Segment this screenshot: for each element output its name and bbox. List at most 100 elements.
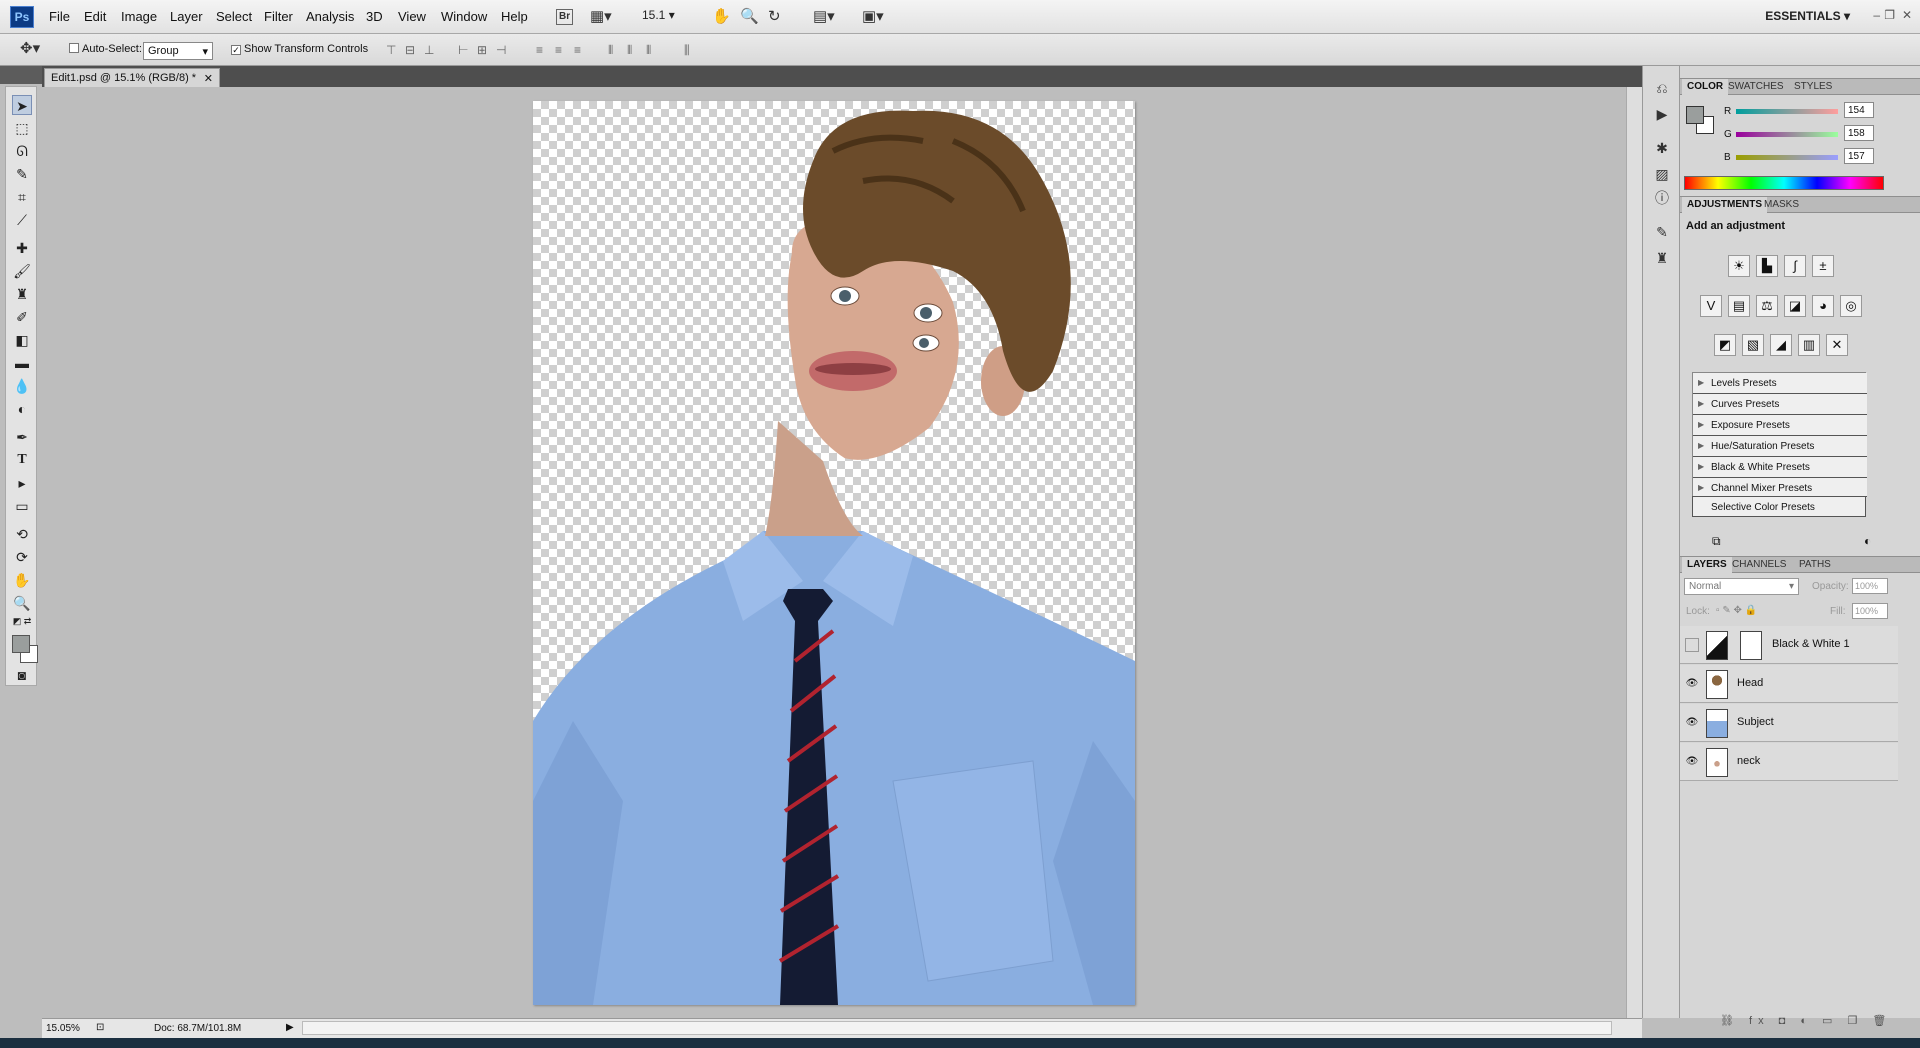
threshold-icon[interactable]: ◢ xyxy=(1770,334,1792,356)
layer-name[interactable]: Head xyxy=(1737,677,1763,689)
align-hcenter-icon[interactable]: ⊞ xyxy=(477,43,487,57)
visibility-toggle[interactable] xyxy=(1685,638,1699,652)
layers-footer-icons[interactable]: ⛓ fx ◘ ◐ ▭ ❐ 🗑 xyxy=(1720,1014,1892,1027)
lock-icons[interactable]: ▫ ✎ ✥ 🔒 xyxy=(1716,605,1757,616)
hand-tool-icon[interactable]: ✋ xyxy=(712,7,731,27)
quick-mask-icon[interactable]: ◙ xyxy=(12,665,32,685)
menu-analysis[interactable]: Analysis xyxy=(306,9,354,24)
mini-bridge-icon[interactable]: ▦▾ xyxy=(590,7,612,27)
eye-icon[interactable]: 👁 xyxy=(1685,677,1699,691)
rotate-view-icon[interactable]: ↻ xyxy=(768,7,781,27)
distribute-vcenter-icon[interactable]: ≡ xyxy=(555,43,562,57)
bridge-button[interactable]: Br xyxy=(556,9,574,25)
swap-colors-icon[interactable]: ◩ ⇄ xyxy=(12,615,32,627)
history-panel-icon[interactable]: ⎌ xyxy=(1652,78,1672,98)
channel-r-slider[interactable] xyxy=(1736,109,1838,114)
zoom-level-select[interactable]: 15.1 ▾ xyxy=(642,8,675,22)
menu-image[interactable]: Image xyxy=(121,9,157,24)
healing-brush-tool-icon[interactable]: ✚ xyxy=(12,238,32,258)
preset-curves[interactable]: Curves Presets xyxy=(1693,394,1867,415)
adjustment-panel-mode-icon[interactable]: ◐ xyxy=(1864,534,1871,548)
tab-channels[interactable]: CHANNELS xyxy=(1728,559,1790,570)
document-tab[interactable]: Edit1.psd @ 15.1% (RGB/8) * ✕ xyxy=(44,68,220,87)
auto-select-checkbox[interactable]: Auto-Select: xyxy=(69,43,142,55)
layer-name[interactable]: neck xyxy=(1737,755,1760,767)
menu-filter[interactable]: Filter xyxy=(264,9,293,24)
fill-input[interactable]: 100% xyxy=(1852,603,1888,619)
black-white-icon[interactable]: ◪ xyxy=(1784,295,1806,317)
status-menu-arrow-icon[interactable]: ▶ xyxy=(286,1022,294,1033)
layer-row[interactable]: 👁 neck xyxy=(1680,743,1898,781)
curves-icon[interactable]: ∫ xyxy=(1784,255,1806,277)
tab-swatches[interactable]: SWATCHES xyxy=(1724,81,1788,92)
menu-help[interactable]: Help xyxy=(501,9,528,24)
color-foreground-swatch[interactable] xyxy=(1686,106,1704,124)
blend-mode-select[interactable]: Normal ▾ xyxy=(1684,578,1799,595)
brush-tool-icon[interactable]: 🖌 xyxy=(12,261,32,281)
vertical-scrollbar[interactable] xyxy=(1626,87,1642,1018)
gradient-map-icon[interactable]: ▥ xyxy=(1798,334,1820,356)
menu-3d[interactable]: 3D xyxy=(366,9,383,24)
arrange-documents-icon[interactable]: ▤▾ xyxy=(813,7,835,27)
3d-orbit-tool-icon[interactable]: ⟳ xyxy=(12,547,32,567)
type-tool-icon[interactable]: T xyxy=(12,450,32,470)
tab-masks[interactable]: MASKS xyxy=(1760,199,1803,210)
align-vcenter-icon[interactable]: ⊟ xyxy=(405,43,415,57)
menu-layer[interactable]: Layer xyxy=(170,9,203,24)
close-tab-icon[interactable]: ✕ xyxy=(204,72,213,85)
workspace-switcher[interactable]: ESSENTIALS ▾ xyxy=(1765,9,1850,23)
document-canvas[interactable] xyxy=(533,101,1135,1005)
move-tool-preset-icon[interactable]: ✥▾ xyxy=(20,39,40,59)
align-right-icon[interactable]: ⊣ xyxy=(496,43,506,57)
preset-selective-color[interactable]: Selective Color Presets xyxy=(1692,496,1866,517)
foreground-color-swatch[interactable] xyxy=(12,635,30,653)
auto-align-icon[interactable]: ⫼ xyxy=(684,43,690,58)
photo-filter-icon[interactable]: ◕ xyxy=(1812,295,1834,317)
preset-levels[interactable]: Levels Presets xyxy=(1693,373,1867,394)
horizontal-scrollbar[interactable] xyxy=(302,1021,1612,1035)
channel-mixer-icon[interactable]: ◎ xyxy=(1840,295,1862,317)
color-spectrum-bar[interactable] xyxy=(1684,176,1884,190)
layer-row[interactable]: Black & White 1 xyxy=(1680,626,1898,664)
menu-file[interactable]: File xyxy=(49,9,70,24)
restore-icon[interactable]: ❐ xyxy=(1884,8,1895,22)
tab-paths[interactable]: PATHS xyxy=(1795,559,1835,570)
eraser-tool-icon[interactable]: ◧ xyxy=(12,330,32,350)
layer-row[interactable]: 👁 Head xyxy=(1680,665,1898,703)
layer-name[interactable]: Black & White 1 xyxy=(1772,638,1850,650)
screen-mode-icon[interactable]: ▣▾ xyxy=(862,7,884,27)
lasso-tool-icon[interactable]: ᘏ xyxy=(12,141,32,161)
channel-r-value[interactable]: 154 xyxy=(1844,102,1874,118)
history-brush-tool-icon[interactable]: ✐ xyxy=(12,307,32,327)
channel-b-slider[interactable] xyxy=(1736,155,1838,160)
actions-panel-icon[interactable]: ▶ xyxy=(1652,104,1672,124)
info-panel-icon[interactable]: ⓘ xyxy=(1652,188,1672,208)
invert-icon[interactable]: ◩ xyxy=(1714,334,1736,356)
eye-icon[interactable]: 👁 xyxy=(1685,716,1699,730)
navigator-panel-icon[interactable]: ▨ xyxy=(1652,164,1672,184)
align-top-icon[interactable]: ⊤ xyxy=(386,43,396,57)
status-icon[interactable]: ⊡ xyxy=(96,1022,104,1033)
brightness-contrast-icon[interactable]: ☀ xyxy=(1728,255,1750,277)
eyedropper-tool-icon[interactable]: ⟋ xyxy=(12,210,32,230)
distribute-hcenter-icon[interactable]: ⦀ xyxy=(627,43,632,58)
levels-icon[interactable]: ▙ xyxy=(1756,255,1778,277)
crop-tool-icon[interactable]: ⌗ xyxy=(12,187,32,207)
align-left-icon[interactable]: ⊢ xyxy=(458,43,468,57)
eye-icon[interactable]: 👁 xyxy=(1685,755,1699,769)
show-transform-checkbox[interactable]: Show Transform Controls xyxy=(231,43,368,55)
channel-g-value[interactable]: 158 xyxy=(1844,125,1874,141)
quick-select-tool-icon[interactable]: ✎ xyxy=(12,164,32,184)
selective-color-icon[interactable]: ✕ xyxy=(1826,334,1848,356)
vibrance-icon[interactable]: V xyxy=(1700,295,1722,317)
move-tool-icon[interactable]: ➤ xyxy=(12,95,32,115)
exposure-icon[interactable]: ± xyxy=(1812,255,1834,277)
shape-tool-icon[interactable]: ▭ xyxy=(12,496,32,516)
opacity-input[interactable]: 100% xyxy=(1852,578,1888,594)
hand-tool-icon[interactable]: ✋ xyxy=(12,570,32,590)
channel-g-slider[interactable] xyxy=(1736,132,1838,137)
zoom-tool-icon[interactable]: 🔍 xyxy=(740,7,759,27)
pen-tool-icon[interactable]: ✒ xyxy=(12,427,32,447)
menu-view[interactable]: View xyxy=(398,9,426,24)
color-balance-icon[interactable]: ⚖ xyxy=(1756,295,1778,317)
